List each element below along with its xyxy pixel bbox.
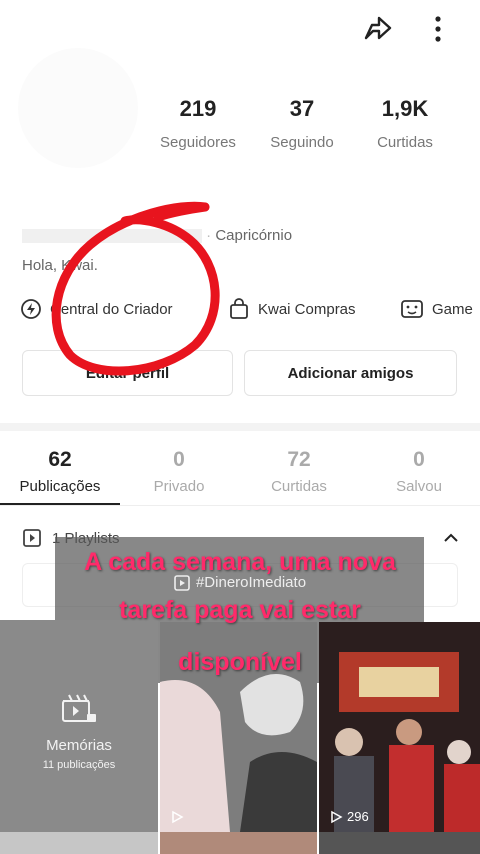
followers-label: Seguidores [160,134,236,151]
tab-count: 72 [287,448,311,471]
tab-saved[interactable]: 0 Salvou [359,448,479,495]
caption-line: disponível [178,648,302,676]
video-views: 296 [329,809,369,824]
followers-count: 219 [179,96,217,121]
chip-label: Kwai Compras [258,300,356,318]
tab-count: 62 [48,448,72,471]
playlist-icon [23,529,41,547]
chip-kwai-shop[interactable]: Kwai Compras [228,298,356,320]
video-views [170,810,188,824]
following-stat[interactable]: 37 Seguindo [247,96,357,151]
tab-liked[interactable]: 72 Curtidas [239,448,359,495]
chip-label: Game [432,300,473,318]
more-vertical-icon[interactable] [426,14,450,51]
add-friends-button[interactable]: Adicionar amigos [244,350,457,396]
shopping-bag-icon [230,298,248,319]
share-icon[interactable] [360,12,394,51]
tab-count: 0 [173,448,185,471]
tab-divider [0,505,480,506]
tab-private[interactable]: 0 Privado [119,448,239,495]
chip-game[interactable]: Game [400,298,473,320]
clapperboard-icon [62,694,96,722]
caption-line: tarefa paga vai estar [119,596,361,624]
tab-label: Curtidas [271,478,327,495]
video-thumbnail-partial[interactable] [319,832,480,854]
likes-label: Curtidas [377,134,433,151]
avatar[interactable] [18,48,138,168]
tab-label: Publicações [19,478,101,495]
followers-stat[interactable]: 219 Seguidores [143,96,253,151]
annotation-circle [51,201,220,376]
section-separator [0,423,480,431]
tab-label: Salvou [396,478,442,495]
memories-title: Memórias [46,737,112,754]
chevron-up-icon[interactable] [442,529,460,547]
following-count: 37 [289,96,315,121]
add-friends-label: Adicionar amigos [287,364,414,382]
active-tab-indicator [0,503,120,505]
memories-subtitle: 11 publicações [42,759,116,771]
caption-line: A cada semana, uma nova [84,548,396,576]
play-icon [331,810,343,823]
following-label: Seguindo [270,134,334,151]
likes-stat[interactable]: 1,9K Curtidas [350,96,460,151]
play-icon [172,810,184,824]
likes-count: 1,9K [381,96,429,121]
views-count: 296 [347,809,369,824]
tab-count: 0 [413,448,425,471]
tab-publications[interactable]: 62 Publicações [0,448,120,495]
video-thumbnail-partial[interactable] [0,832,158,854]
video-thumbnail-partial[interactable] [160,832,317,854]
game-icon [401,300,423,318]
tab-label: Privado [153,478,205,495]
